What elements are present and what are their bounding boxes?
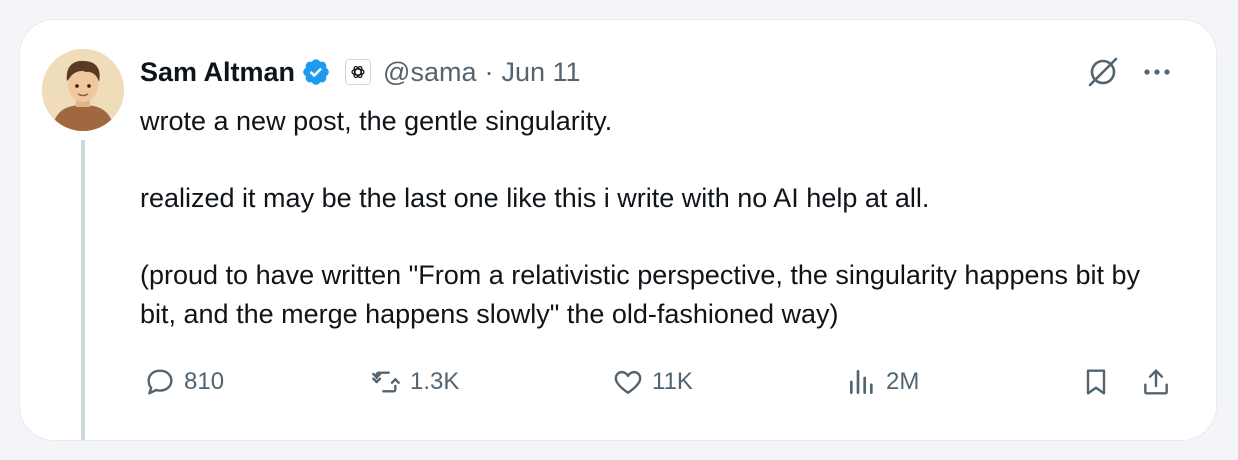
- reply-count: 810: [184, 368, 225, 395]
- views-button[interactable]: 2M: [846, 362, 919, 402]
- post-date[interactable]: Jun 11: [501, 57, 580, 88]
- share-icon: [1144, 369, 1168, 395]
- repost-count: 1.3K: [410, 368, 460, 395]
- more-icon[interactable]: [1140, 58, 1174, 86]
- like-icon: [614, 370, 642, 394]
- thread-line: [81, 140, 85, 440]
- avatar-illustration: [42, 49, 124, 131]
- verified-badge-icon: [301, 57, 331, 87]
- repost-icon: [372, 371, 400, 393]
- post-paragraph: realized it may be the last one like thi…: [140, 183, 930, 213]
- bookmark-icon: [1086, 369, 1106, 395]
- post-paragraph: wrote a new post, the gentle singularity…: [140, 106, 613, 136]
- like-button[interactable]: 11K: [612, 362, 693, 402]
- reply-button[interactable]: 810: [144, 362, 224, 402]
- views-icon: [850, 370, 873, 394]
- author-name[interactable]: Sam Altman: [140, 57, 295, 88]
- share-button[interactable]: [1140, 362, 1172, 402]
- separator: ·: [484, 56, 494, 87]
- post-text: wrote a new post, the gentle singularity…: [140, 102, 1180, 334]
- repost-button[interactable]: 1.3K: [370, 362, 459, 402]
- reply-icon: [147, 369, 173, 395]
- openai-logo-icon[interactable]: [345, 59, 372, 85]
- views-count: 2M: [886, 368, 920, 395]
- post-paragraph: (proud to have written "From a relativis…: [140, 260, 1141, 329]
- grok-icon[interactable]: [1086, 55, 1120, 89]
- post-header: Sam Altman @sama · Jun 11: [140, 52, 581, 92]
- author-handle[interactable]: @sama: [383, 57, 476, 88]
- like-count: 11K: [652, 368, 693, 395]
- bookmark-button[interactable]: [1080, 362, 1112, 402]
- avatar[interactable]: [42, 49, 124, 131]
